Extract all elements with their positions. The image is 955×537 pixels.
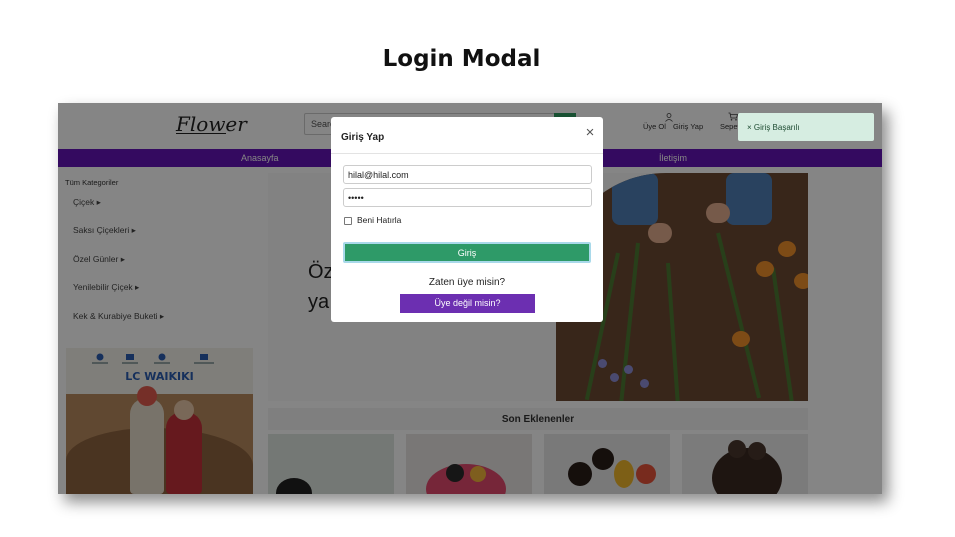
modal-divider bbox=[331, 153, 603, 154]
remember-me-checkbox[interactable] bbox=[344, 217, 352, 225]
slide-title: Login Modal bbox=[382, 46, 541, 72]
already-member-text: Zaten üye misin? bbox=[428, 277, 506, 288]
slide: Login Modal Flower Search Üye Ol Giriş Y… bbox=[0, 0, 955, 537]
remember-me-label[interactable]: Beni Hatırla bbox=[357, 215, 401, 225]
register-button[interactable]: Üye değil misin? bbox=[400, 294, 535, 313]
app-screenshot: Flower Search Üye Ol Giriş Yap Sepet Ana… bbox=[58, 103, 882, 494]
email-field[interactable]: hilal@hilal.com bbox=[343, 165, 592, 184]
modal-title: Giriş Yap bbox=[341, 132, 385, 143]
password-field[interactable]: ••••• bbox=[343, 188, 592, 207]
success-toast[interactable]: × Giriş Başarılı bbox=[738, 113, 874, 141]
login-modal: Giriş Yap × hilal@hilal.com ••••• Beni H… bbox=[331, 117, 603, 322]
login-button[interactable]: Giriş bbox=[343, 242, 591, 263]
close-icon[interactable]: × bbox=[582, 125, 598, 141]
